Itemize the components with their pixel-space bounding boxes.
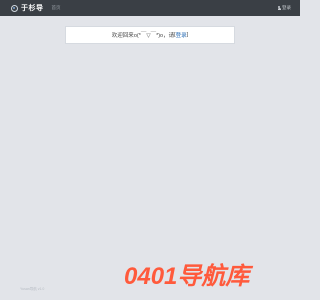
welcome-suffix: ，请 xyxy=(163,33,175,39)
site-logo[interactable]: 于杉导 xyxy=(11,0,44,16)
welcome-message-card: 欢迎回来 o(*￣▽￣*)o ，请 [ 登录 ] xyxy=(65,26,235,44)
nav-home-link[interactable]: 首页 xyxy=(52,5,61,11)
logo-text: 于杉导 xyxy=(21,5,44,12)
user-icon xyxy=(277,6,281,10)
top-navbar: 于杉导 首页 登录 xyxy=(0,0,300,16)
watermark-text: 0401导航库 xyxy=(124,263,253,290)
welcome-kaomoji: o(*￣▽￣*)o xyxy=(133,33,164,39)
header-login-label: 登录 xyxy=(282,5,291,10)
welcome-prefix: 欢迎回来 xyxy=(111,33,134,39)
logo-icon xyxy=(11,4,18,12)
watermark-graphic: 0401导航库 xyxy=(124,263,253,290)
watermark-logo: 0401导航库 xyxy=(124,262,284,290)
footer-text: Yusan导航 v1.0 xyxy=(20,287,45,291)
welcome-login-link[interactable]: 登录 xyxy=(176,31,187,39)
header-login-button[interactable]: 登录 xyxy=(277,5,291,11)
bracket-close: ] xyxy=(186,32,189,38)
